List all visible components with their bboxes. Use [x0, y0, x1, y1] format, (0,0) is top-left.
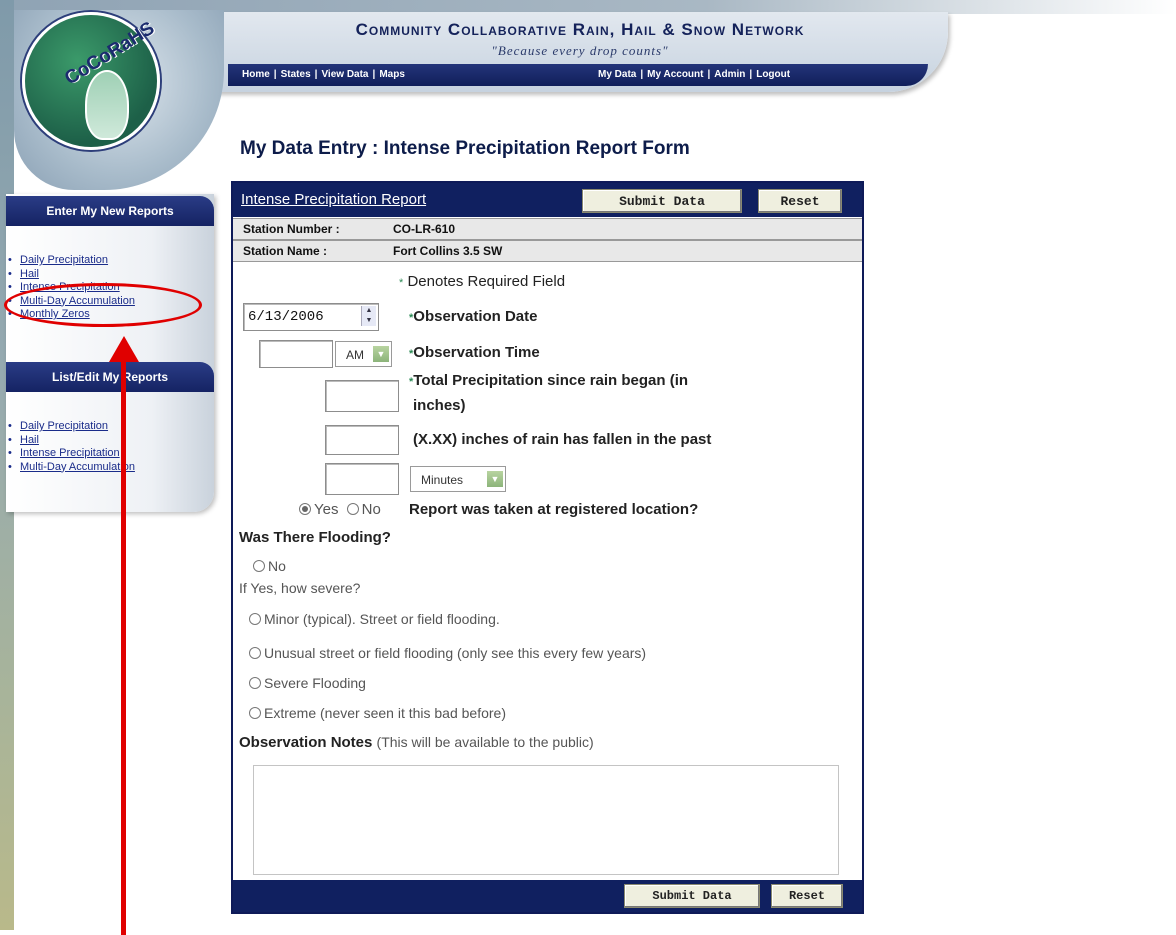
flood-severe-label: Severe Flooding [264, 675, 366, 691]
location-yes-radio[interactable] [299, 503, 311, 515]
rain-past-label: (X.XX) inches of rain has fallen in the … [413, 431, 712, 448]
reset-button-bottom[interactable]: Reset [771, 884, 843, 908]
sidebar-item-daily-precipitation[interactable]: Daily Precipitation [8, 254, 135, 268]
notes-hint: (This will be available to the public) [376, 734, 594, 750]
station-name-label: Station Name : [243, 244, 328, 258]
site-logo[interactable]: CoCoRaHS [22, 12, 160, 150]
flood-option-severe[interactable]: Severe Flooding [249, 675, 366, 691]
sidebar-item-list-hail[interactable]: Hail [8, 434, 135, 448]
nav-maps-link[interactable]: Maps [379, 69, 405, 80]
flood-option-unusual[interactable]: Unusual street or field flooding (only s… [249, 645, 646, 661]
sidebar-list-heading: List/Edit My Reports [6, 362, 214, 392]
location-question: Report was taken at registered location? [409, 501, 699, 518]
annotation-arrow [121, 355, 126, 935]
station-name-value: Fort Collins 3.5 SW [393, 244, 503, 258]
total-precip-label: *Total Precipitation since rain began (i… [409, 372, 689, 389]
nav-logout-link[interactable]: Logout [756, 69, 790, 80]
flood-no-radio[interactable] [253, 560, 265, 572]
flood-severe-radio[interactable] [249, 677, 261, 689]
intense-precip-form: Intense Precipitation Report Submit Data… [231, 181, 864, 914]
date-spinner-icon[interactable]: ▲ ▼ [361, 306, 376, 326]
flood-severity-prompt: If Yes, how severe? [239, 580, 361, 596]
nav-right-group: My Data | My Account | Admin | Logout [598, 69, 791, 80]
flood-extreme-label: Extreme (never seen it this bad before) [264, 705, 507, 721]
nav-my-account-link[interactable]: My Account [647, 69, 703, 80]
site-tagline: "Because every drop counts" [491, 43, 669, 58]
sidebar-item-hail[interactable]: Hail [8, 268, 135, 282]
total-precip-input[interactable] [325, 380, 399, 412]
duration-unit-select[interactable]: Minutes ▼ [410, 466, 506, 492]
observation-date-label: *Observation Date [409, 308, 538, 325]
location-yes-label: Yes [314, 501, 339, 518]
submit-button-top[interactable]: Submit Data [582, 189, 742, 213]
flood-extreme-radio[interactable] [249, 707, 261, 719]
reset-button-top[interactable]: Reset [758, 189, 842, 213]
highlight-ellipse [4, 283, 202, 327]
notes-label-row: Observation Notes (This will be availabl… [239, 734, 594, 751]
ampm-value: AM [346, 348, 364, 362]
raindrop-icon [85, 70, 129, 140]
duration-input[interactable] [325, 463, 399, 495]
total-precip-label-cont: inches) [413, 397, 466, 414]
observation-time-input[interactable] [259, 340, 333, 368]
flood-unusual-label: Unusual street or field flooding (only s… [264, 645, 647, 661]
required-note: * Denotes Required Field [399, 273, 565, 290]
flood-minor-label: Minor (typical). Street or field floodin… [264, 611, 500, 627]
submit-button-bottom[interactable]: Submit Data [624, 884, 760, 908]
flood-no-option[interactable]: No [253, 558, 286, 574]
observation-time-label: *Observation Time [409, 344, 540, 361]
form-footer-bar: Submit Data Reset [233, 880, 862, 912]
station-number-label: Station Number : [243, 222, 340, 236]
flood-minor-radio[interactable] [249, 613, 261, 625]
required-asterisk: * [399, 277, 404, 289]
observation-date-input[interactable]: 6/13/2006 ▲ ▼ [243, 303, 379, 331]
flood-option-extreme[interactable]: Extreme (never seen it this bad before) [249, 705, 506, 721]
sidebar-list-list: Daily Precipitation Hail Intense Precipi… [8, 420, 135, 474]
sidebar-item-list-multi-day-accumulation[interactable]: Multi-Day Accumulation [8, 461, 135, 475]
location-no-label: No [361, 501, 381, 518]
nav-home-link[interactable]: Home [242, 69, 270, 80]
page-title: My Data Entry : Intense Precipitation Re… [240, 138, 690, 159]
form-title-bar: Intense Precipitation Report Submit Data… [233, 183, 862, 217]
required-note-text: Denotes Required Field [407, 273, 566, 290]
nav-states-link[interactable]: States [281, 69, 311, 80]
flood-unusual-radio[interactable] [249, 647, 261, 659]
nav-admin-link[interactable]: Admin [714, 69, 745, 80]
flood-option-minor[interactable]: Minor (typical). Street or field floodin… [249, 611, 500, 627]
top-nav-bar: Home | States | View Data | Maps My Data | My Ac… [228, 64, 928, 86]
sidebar-item-list-intense-precipitation[interactable]: Intense Precipitation [8, 447, 135, 461]
nav-left-group: Home | States | View Data | Maps [242, 69, 405, 80]
observation-notes-textarea[interactable] [253, 765, 839, 875]
notes-label: Observation Notes [239, 734, 373, 751]
ampm-select[interactable]: AM ▼ [335, 341, 392, 367]
flooding-heading: Was There Flooding? [239, 529, 391, 546]
nav-my-data-link[interactable]: My Data [598, 69, 636, 80]
chevron-down-icon: ▼ [487, 471, 503, 487]
station-number-value: CO-LR-610 [393, 222, 456, 236]
rain-past-input[interactable] [325, 425, 399, 455]
location-radio-group: Yes No [299, 501, 381, 518]
station-number-row: Station Number : CO-LR-610 [233, 218, 862, 240]
form-title-link[interactable]: Intense Precipitation Report [241, 191, 426, 208]
nav-view-data-link[interactable]: View Data [321, 69, 368, 80]
sidebar-enter-heading: Enter My New Reports [6, 196, 214, 226]
site-title: Community Collaborative Rain, Hail & Sno… [355, 20, 805, 39]
duration-unit-value: Minutes [421, 473, 464, 487]
station-name-row: Station Name : Fort Collins 3.5 SW [233, 240, 862, 262]
flood-no-label: No [268, 558, 286, 574]
observation-date-value: 6/13/2006 [248, 309, 324, 325]
sidebar-item-list-daily-precipitation[interactable]: Daily Precipitation [8, 420, 135, 434]
location-no-radio[interactable] [346, 503, 359, 515]
chevron-down-icon: ▼ [373, 346, 389, 362]
